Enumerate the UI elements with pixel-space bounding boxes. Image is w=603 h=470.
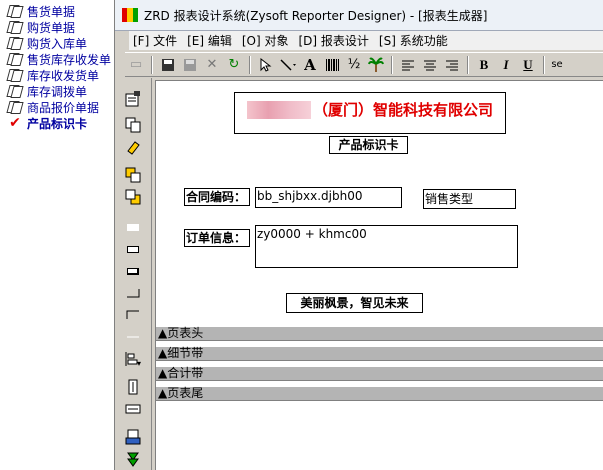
pointer-icon[interactable] [256, 55, 276, 75]
report-tree: 售货单据 购货单据 购货入库单 售货库存收发单 库存收发货单 库存调拨单 商品报… [0, 0, 114, 470]
tree-item-label: 库存调拨单 [27, 84, 88, 99]
fraction-icon[interactable]: ½ [344, 55, 364, 75]
document-icon [6, 68, 24, 82]
print-preview-icon[interactable] [123, 428, 143, 446]
bring-front-icon[interactable] [123, 166, 143, 184]
text-tool-icon[interactable]: A [300, 55, 320, 75]
document-icon [6, 52, 24, 66]
band-summary[interactable]: ▲合计带 [156, 366, 603, 381]
palm-icon[interactable] [366, 55, 386, 75]
align-center-icon[interactable] [420, 55, 440, 75]
app-icon [122, 8, 138, 22]
card-title-field[interactable]: 产品标识卡 [329, 136, 408, 154]
tree-item-label: 产品标识卡 [27, 116, 88, 131]
tree-item-stock-io[interactable]: 库存收发货单 [6, 67, 99, 83]
refresh-icon[interactable]: ↻ [224, 55, 244, 75]
band-page-header[interactable]: ▲页表头 [156, 326, 603, 341]
tree-item-purchase-receipt[interactable]: 购货入库单 [6, 35, 87, 51]
document-icon [6, 36, 24, 50]
download-icon[interactable] [123, 450, 143, 468]
toolbar: ▭ ✕ ↻ A ½ B I U se [125, 52, 603, 77]
save-disabled-icon[interactable] [180, 55, 200, 75]
bold-button[interactable]: B [474, 55, 494, 75]
close-icon[interactable]: ✕ [202, 55, 222, 75]
menu-edit[interactable]: [E] 编辑 [183, 32, 238, 49]
object-palette: ▾ [115, 78, 152, 470]
align-left-icon[interactable] [398, 55, 418, 75]
tree-item-label: 购货入库单 [27, 36, 88, 51]
frame-bold-icon[interactable] [123, 262, 143, 280]
tree-item-label: 售货库存收发单 [27, 52, 112, 67]
menu-object[interactable]: [O] 对象 [238, 32, 295, 49]
band-page-footer[interactable]: ▲页表尾 [156, 386, 603, 401]
report-design-surface[interactable]: （厦门）智能科技有限公司 产品标识卡 合同编码： bb_shjbxx.djbh0… [155, 80, 603, 470]
tree-item-product-card[interactable]: ✔ 产品标识卡 [6, 115, 87, 131]
order-value-field[interactable]: zy0000 + khmc00 [255, 225, 518, 268]
tree-item-label: 购货单据 [27, 20, 76, 35]
toolbar-separator [467, 55, 469, 74]
menu-bar: [F] 文件 [E] 编辑 [O] 对象 [D] 报表设计 [S] 系统功能 [129, 31, 603, 50]
align-objects-icon[interactable]: ▾ [123, 350, 143, 368]
slogan-field[interactable]: 美丽枫景，智见未来 [286, 293, 423, 313]
checkmark-icon: ✔ [9, 115, 21, 131]
tree-item-quote[interactable]: 商品报价单据 [6, 99, 99, 115]
company-name-field[interactable]: （厦门）智能科技有限公司 [234, 92, 506, 134]
contract-value-field[interactable]: bb_shjbxx.djbh00 [255, 187, 402, 208]
toolbar-extra[interactable]: se [550, 55, 564, 75]
svg-text:▾: ▾ [137, 359, 141, 367]
toolbar-separator [391, 55, 393, 74]
italic-button[interactable]: I [496, 55, 516, 75]
window-title: ZRD 报表设计系统(Zysoft Reporter Designer) - [… [144, 8, 488, 23]
send-back-icon[interactable] [123, 188, 143, 206]
tree-item-label: 售货单据 [27, 4, 76, 19]
menu-file[interactable]: [F] 文件 [129, 32, 183, 49]
same-height-icon[interactable] [123, 378, 143, 396]
company-name-text: （厦门）智能科技有限公司 [312, 101, 493, 119]
line-icon[interactable] [278, 55, 298, 75]
tree-item-stock-transfer[interactable]: 库存调拨单 [6, 83, 87, 99]
band-detail[interactable]: ▲细节带 [156, 346, 603, 361]
tree-item-sales-stock[interactable]: 售货库存收发单 [6, 51, 111, 67]
document-icon [6, 84, 24, 98]
open-icon[interactable]: ▭ [126, 55, 146, 75]
tree-item-label: 商品报价单据 [27, 100, 100, 115]
copy-icon[interactable] [123, 116, 143, 134]
frame-bottom-right-icon[interactable] [123, 284, 143, 302]
properties-icon[interactable] [123, 90, 143, 108]
save-icon[interactable] [158, 55, 178, 75]
menu-report-design[interactable]: [D] 报表设计 [294, 32, 374, 49]
align-right-icon[interactable] [442, 55, 462, 75]
frame-box-icon[interactable] [123, 240, 143, 258]
frame-top-left-icon[interactable] [123, 306, 143, 324]
contract-label-field[interactable]: 合同编码： [184, 188, 250, 206]
order-label-field[interactable]: 订单信息： [184, 229, 250, 247]
redacted-region [246, 100, 311, 119]
title-bar[interactable]: ZRD 报表设计系统(Zysoft Reporter Designer) - [… [115, 0, 603, 31]
eraser-icon[interactable] [123, 138, 143, 156]
underline-button[interactable]: U [518, 55, 538, 75]
sales-type-field[interactable]: 销售类型 [423, 189, 516, 209]
frame-line-icon[interactable] [123, 328, 143, 346]
same-width-icon[interactable] [123, 400, 143, 418]
toolbar-separator [151, 55, 153, 74]
tree-item-purchase-doc[interactable]: 购货单据 [6, 19, 75, 35]
document-icon [6, 4, 24, 18]
tree-item-sales-doc[interactable]: 售货单据 [6, 3, 75, 19]
menu-system[interactable]: [S] 系统功能 [375, 32, 454, 49]
document-icon [6, 20, 24, 34]
toolbar-separator [543, 55, 545, 74]
designer-window: ZRD 报表设计系统(Zysoft Reporter Designer) - [… [114, 0, 603, 470]
band-white-icon[interactable] [123, 218, 143, 236]
document-icon [6, 100, 24, 114]
tree-item-label: 库存收发货单 [27, 68, 100, 83]
barcode-icon[interactable] [322, 55, 342, 75]
toolbar-separator [249, 55, 251, 74]
